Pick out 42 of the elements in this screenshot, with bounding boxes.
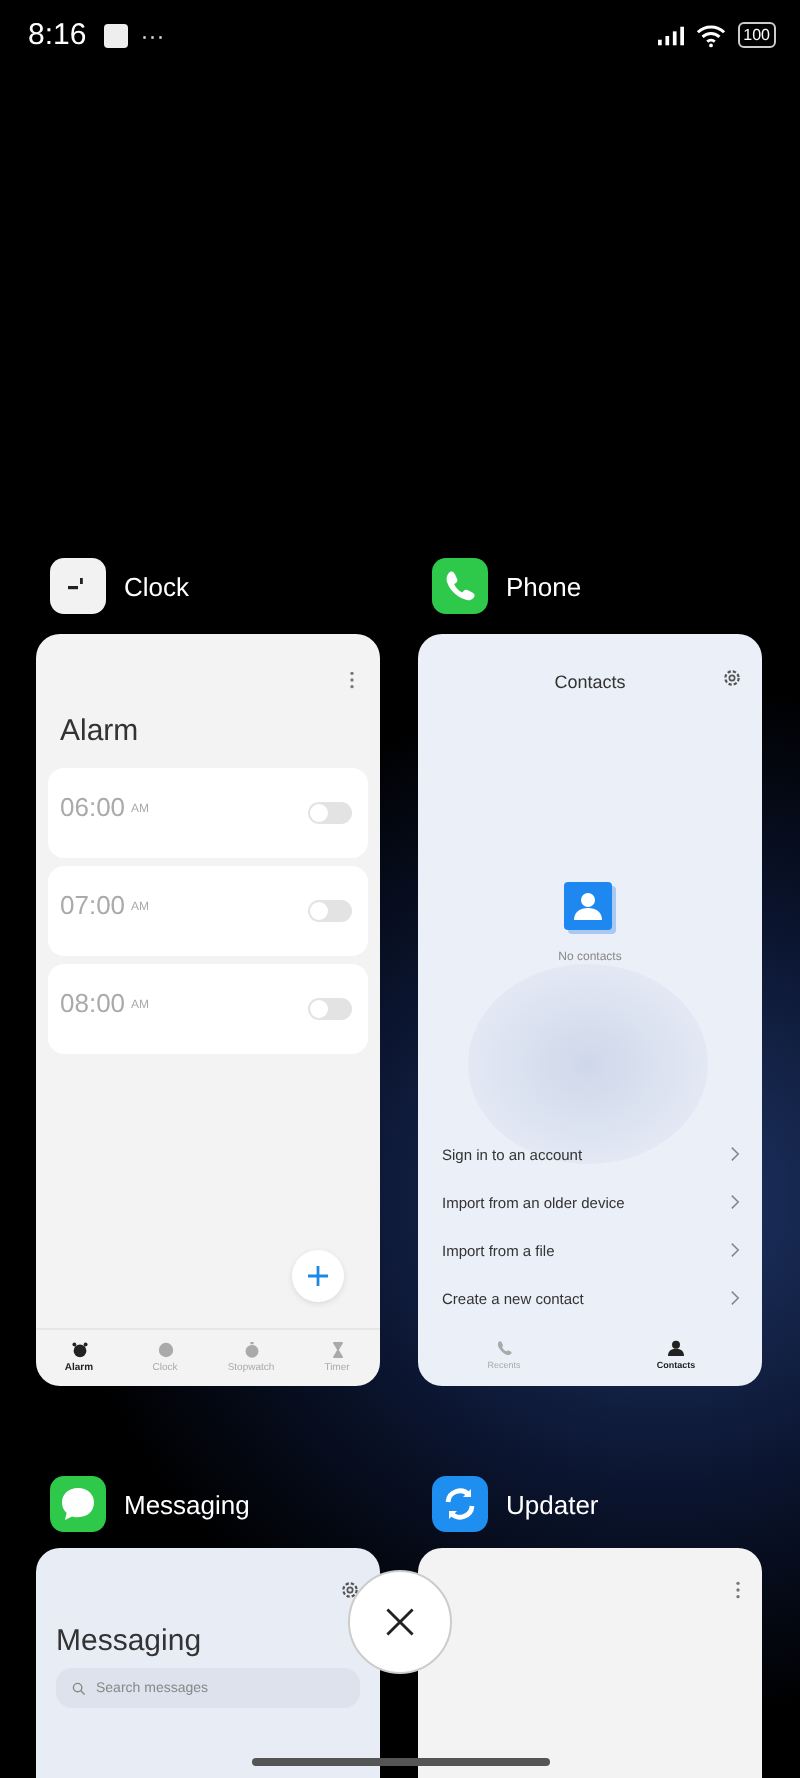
more-icon	[348, 670, 356, 690]
more-icon	[734, 1580, 742, 1600]
settings-icon[interactable]	[722, 668, 742, 688]
clock-icon	[157, 1342, 173, 1358]
person-icon	[668, 1339, 684, 1355]
hourglass-icon	[329, 1342, 345, 1358]
wifi-icon	[695, 23, 726, 47]
chevron-right-icon	[730, 1146, 740, 1162]
messaging-app-icon[interactable]	[50, 1476, 106, 1532]
more-notifications: ···	[140, 21, 165, 49]
add-button[interactable]	[292, 1250, 344, 1302]
screen-title: Alarm	[58, 714, 141, 748]
settings-icon[interactable]	[340, 1580, 360, 1600]
contact-card-icon	[564, 882, 616, 934]
app-name: Updater	[506, 1489, 599, 1519]
alarm-toggle[interactable]	[308, 802, 352, 824]
app-name: Clock	[124, 571, 190, 601]
search-icon	[72, 1681, 86, 1695]
alarm-time: 06:00	[60, 792, 126, 822]
alarm-toggle[interactable]	[308, 998, 352, 1020]
notification-icon	[104, 23, 129, 47]
signal-icon	[657, 25, 684, 45]
chevron-right-icon	[730, 1194, 740, 1210]
phone-icon	[496, 1339, 512, 1355]
battery-level: 100	[737, 22, 776, 48]
alarm-time: 07:00	[60, 890, 126, 920]
chevron-right-icon	[730, 1290, 740, 1306]
phone-app-icon[interactable]	[432, 558, 488, 614]
screen-title: Messaging	[56, 1624, 204, 1658]
updater-app-icon[interactable]	[432, 1476, 488, 1532]
screen-title: Contacts	[554, 672, 626, 692]
add-icon	[306, 1264, 330, 1288]
alarm-clock-icon	[71, 1342, 87, 1358]
alarm-toggle[interactable]	[308, 900, 352, 922]
app-name: Phone	[506, 571, 582, 601]
close-icon	[382, 1604, 418, 1640]
status-time: 8:16	[28, 18, 87, 52]
clock-app-icon[interactable]	[50, 558, 106, 614]
chevron-right-icon	[730, 1242, 740, 1258]
stopwatch-icon	[243, 1342, 259, 1358]
app-name: Messaging	[124, 1489, 250, 1519]
alarm-time: 08:00	[60, 988, 126, 1018]
